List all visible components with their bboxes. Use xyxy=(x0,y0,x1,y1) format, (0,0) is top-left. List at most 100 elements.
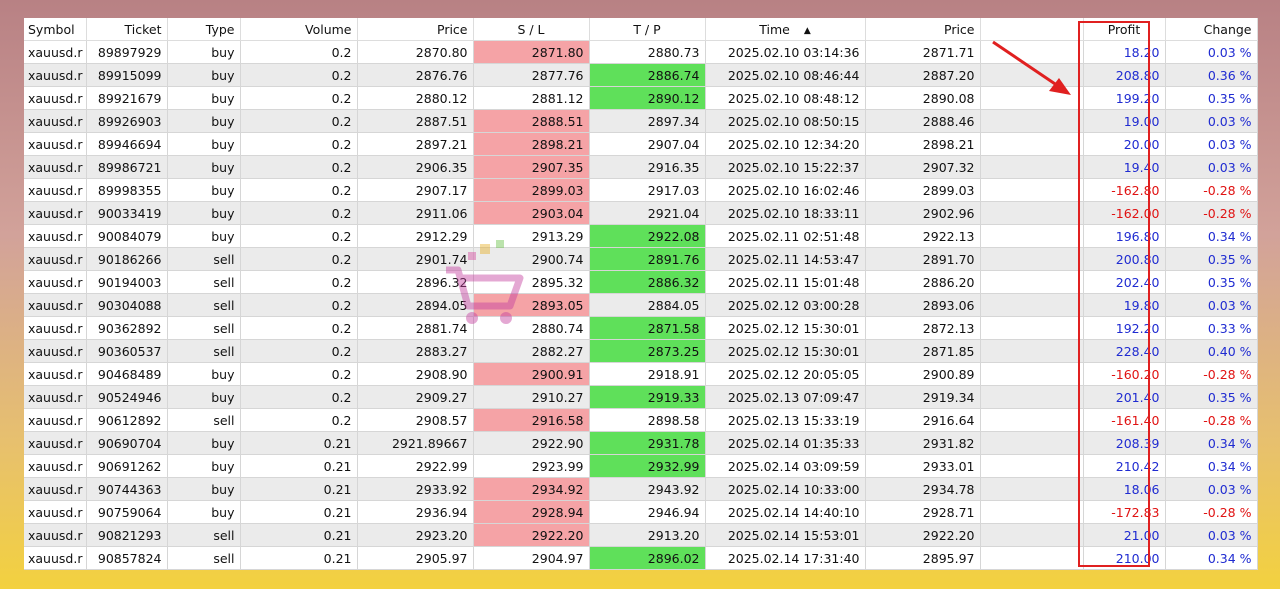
cell-blank xyxy=(980,293,1084,317)
cell-price-current: 2916.64 xyxy=(865,408,981,432)
cell-type: buy xyxy=(167,477,241,501)
column-header-type[interactable]: Type xyxy=(167,18,241,41)
cell-sl: 2877.76 xyxy=(473,63,590,87)
table-row[interactable]: xauusd.r 90821293 sell 0.21 2923.20 2922.20 29… xyxy=(24,523,1258,547)
cell-symbol: xauusd.r xyxy=(24,132,87,156)
cell-tp: 2922.08 xyxy=(589,224,706,248)
cell-change: -0.28 % xyxy=(1165,500,1258,524)
cell-tp: 2880.73 xyxy=(589,40,706,64)
cell-type: buy xyxy=(167,224,241,248)
cell-sl: 2900.74 xyxy=(473,247,590,271)
cell-type: buy xyxy=(167,40,241,64)
cell-profit: 192.20 xyxy=(1083,316,1166,340)
cell-ticket: 90186266 xyxy=(86,247,168,271)
table-row[interactable]: xauusd.r 90691262 buy 0.21 2922.99 2923.99 293… xyxy=(24,454,1258,478)
column-header-ticket[interactable]: Ticket xyxy=(86,18,168,41)
cell-symbol: xauusd.r xyxy=(24,293,87,317)
table-row[interactable]: xauusd.r 90744363 buy 0.21 2933.92 2934.92 294… xyxy=(24,477,1258,501)
column-header-profit[interactable]: Profit xyxy=(1083,18,1166,41)
table-row[interactable]: xauusd.r 90304088 sell 0.2 2894.05 2893.05 288… xyxy=(24,293,1258,317)
cell-ticket: 90468489 xyxy=(86,362,168,386)
cell-sl: 2934.92 xyxy=(473,477,590,501)
table-row[interactable]: xauusd.r 90362892 sell 0.2 2881.74 2880.74 287… xyxy=(24,316,1258,340)
cell-profit: 201.40 xyxy=(1083,385,1166,409)
cell-symbol: xauusd.r xyxy=(24,178,87,202)
cell-price-current: 2887.20 xyxy=(865,63,981,87)
cell-time: 2025.02.14 01:35:33 xyxy=(705,431,866,455)
table-row[interactable]: xauusd.r 90084079 buy 0.2 2912.29 2913.29 2922… xyxy=(24,224,1258,248)
cell-sl: 2871.80 xyxy=(473,40,590,64)
column-header-tp[interactable]: T / P xyxy=(589,18,706,41)
cell-tp: 2873.25 xyxy=(589,339,706,363)
cell-symbol: xauusd.r xyxy=(24,40,87,64)
cell-volume: 0.2 xyxy=(240,155,358,179)
cell-price-open: 2907.17 xyxy=(357,178,474,202)
cell-price-current: 2922.13 xyxy=(865,224,981,248)
cell-price-open: 2912.29 xyxy=(357,224,474,248)
cell-price-current: 2893.06 xyxy=(865,293,981,317)
cell-price-current: 2890.08 xyxy=(865,86,981,110)
cell-volume: 0.2 xyxy=(240,132,358,156)
cell-time: 2025.02.14 10:33:00 xyxy=(705,477,866,501)
column-header-sl[interactable]: S / L xyxy=(473,18,590,41)
cell-change: -0.28 % xyxy=(1165,362,1258,386)
table-row[interactable]: xauusd.r 90524946 buy 0.2 2909.27 2910.27 2919… xyxy=(24,385,1258,409)
cell-volume: 0.21 xyxy=(240,523,358,547)
table-row[interactable]: xauusd.r 90857824 sell 0.21 2905.97 2904.97 28… xyxy=(24,546,1258,570)
column-header-symbol[interactable]: Symbol xyxy=(24,18,87,41)
cell-tp: 2913.20 xyxy=(589,523,706,547)
table-row[interactable]: xauusd.r 89915099 buy 0.2 2876.76 2877.76 2886… xyxy=(24,63,1258,87)
cell-tp: 2917.03 xyxy=(589,178,706,202)
cell-volume: 0.2 xyxy=(240,339,358,363)
table-row[interactable]: xauusd.r 89986721 buy 0.2 2906.35 2907.35 2916… xyxy=(24,155,1258,179)
cell-price-current: 2931.82 xyxy=(865,431,981,455)
cell-symbol: xauusd.r xyxy=(24,109,87,133)
column-header-price-current[interactable]: Price xyxy=(865,18,981,41)
table-row[interactable]: xauusd.r 90194003 sell 0.2 2896.32 2895.32 288… xyxy=(24,270,1258,294)
column-header-change[interactable]: Change xyxy=(1165,18,1258,41)
cell-volume: 0.21 xyxy=(240,546,358,570)
cell-ticket: 89915099 xyxy=(86,63,168,87)
cell-price-open: 2876.76 xyxy=(357,63,474,87)
cell-blank xyxy=(980,224,1084,248)
column-header-time-label: Time xyxy=(759,21,790,37)
cell-profit: 208.80 xyxy=(1083,63,1166,87)
table-row[interactable]: xauusd.r 89926903 buy 0.2 2887.51 2888.51 2897… xyxy=(24,109,1258,133)
table-row[interactable]: xauusd.r 90033419 buy 0.2 2911.06 2903.04 2921… xyxy=(24,201,1258,225)
table-row[interactable]: xauusd.r 89897929 buy 0.2 2870.80 2871.80 2880… xyxy=(24,40,1258,64)
table-row[interactable]: xauusd.r 90612892 sell 0.2 2908.57 2916.58 289… xyxy=(24,408,1258,432)
cell-sl: 2895.32 xyxy=(473,270,590,294)
cell-sl: 2922.20 xyxy=(473,523,590,547)
table-row[interactable]: xauusd.r 90468489 buy 0.2 2908.90 2900.91 2918… xyxy=(24,362,1258,386)
table-row[interactable]: xauusd.r 89946694 buy 0.2 2897.21 2898.21 2907… xyxy=(24,132,1258,156)
cell-price-current: 2907.32 xyxy=(865,155,981,179)
cell-blank xyxy=(980,546,1084,570)
table-row[interactable]: xauusd.r 90186266 sell 0.2 2901.74 2900.74 289… xyxy=(24,247,1258,271)
table-row[interactable]: xauusd.r 90360537 sell 0.2 2883.27 2882.27 287… xyxy=(24,339,1258,363)
cell-type: buy xyxy=(167,109,241,133)
cell-blank xyxy=(980,40,1084,64)
cell-profit: 228.40 xyxy=(1083,339,1166,363)
table-row[interactable]: xauusd.r 89921679 buy 0.2 2880.12 2881.12 2890… xyxy=(24,86,1258,110)
cell-symbol: xauusd.r xyxy=(24,270,87,294)
cell-change: -0.28 % xyxy=(1165,201,1258,225)
column-header-volume[interactable]: Volume xyxy=(240,18,358,41)
cell-price-current: 2902.96 xyxy=(865,201,981,225)
cell-time: 2025.02.10 03:14:36 xyxy=(705,40,866,64)
cell-price-current: 2898.21 xyxy=(865,132,981,156)
cell-profit: 196.80 xyxy=(1083,224,1166,248)
table-row[interactable]: xauusd.r 89998355 buy 0.2 2907.17 2899.03 2917… xyxy=(24,178,1258,202)
cell-change: -0.28 % xyxy=(1165,178,1258,202)
cell-time: 2025.02.10 08:50:15 xyxy=(705,109,866,133)
cell-price-open: 2936.94 xyxy=(357,500,474,524)
table-row[interactable]: xauusd.r 90759064 buy 0.21 2936.94 2928.94 294… xyxy=(24,500,1258,524)
cell-ticket: 90524946 xyxy=(86,385,168,409)
cell-price-open: 2881.74 xyxy=(357,316,474,340)
cell-change: 0.34 % xyxy=(1165,224,1258,248)
cell-type: sell xyxy=(167,247,241,271)
cell-type: buy xyxy=(167,86,241,110)
cell-blank xyxy=(980,454,1084,478)
table-row[interactable]: xauusd.r 90690704 buy 0.21 2921.89667 2922.90… xyxy=(24,431,1258,455)
column-header-time[interactable]: Time ▲ xyxy=(705,18,866,41)
column-header-price-open[interactable]: Price xyxy=(357,18,474,41)
